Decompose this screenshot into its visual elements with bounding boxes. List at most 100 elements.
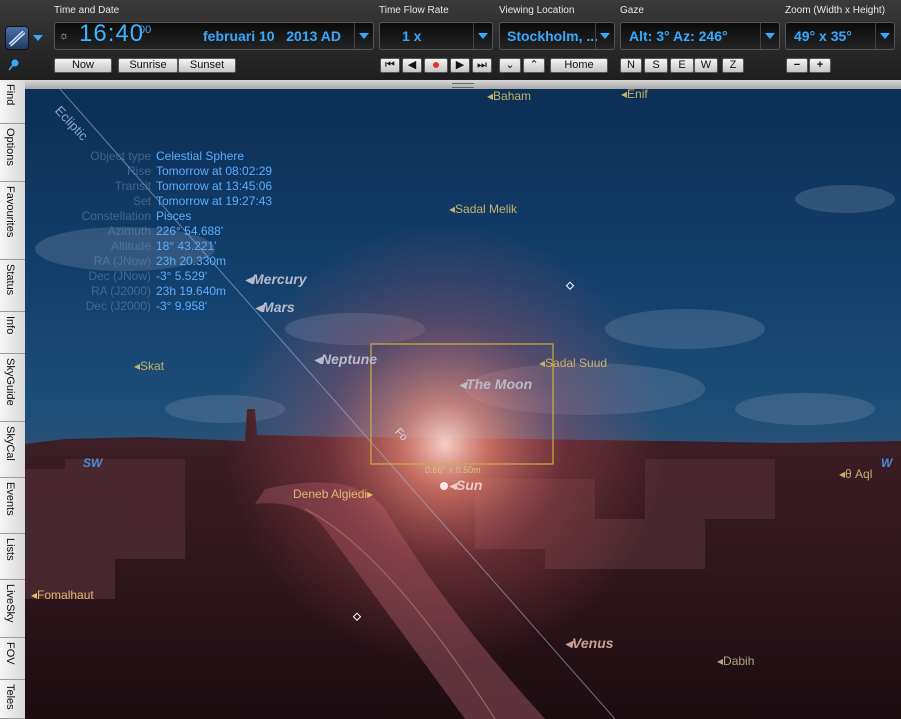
sidebar-tab-fov[interactable]: FOV <box>0 638 25 680</box>
sidebar-tab-info[interactable]: Info <box>0 312 25 354</box>
telescope-dropdown[interactable] <box>30 26 46 50</box>
info-value: Tomorrow at 19:27:43 <box>156 194 273 208</box>
now-button[interactable]: Now <box>54 58 112 73</box>
info-key: Rise <box>126 164 151 178</box>
location-label: Viewing Location <box>499 5 575 16</box>
sidebar-tab-label: Info <box>4 316 16 335</box>
star-label-skat[interactable]: ◂Skat <box>134 359 164 373</box>
flow-rate-dropdown[interactable] <box>473 23 492 49</box>
stop-button[interactable] <box>424 58 448 73</box>
info-value: Pisces <box>156 209 192 223</box>
star-label-baham[interactable]: ◂Baham <box>487 89 531 103</box>
location-down-button[interactable]: ⌄ <box>499 58 521 73</box>
star-label-theta-aql[interactable]: ◂θ Aql <box>839 467 872 481</box>
sidebar-tab-label: Status <box>4 264 16 296</box>
sidebar-tab-label: LiveSky <box>4 584 16 623</box>
panel-splitter[interactable] <box>25 80 901 89</box>
gaze-north-button[interactable]: N <box>620 58 642 73</box>
gaze-east-button[interactable]: E <box>670 58 694 73</box>
star-label-enif[interactable]: ◂Enif <box>621 89 648 101</box>
location-group: Viewing Location <box>499 4 574 17</box>
info-row: Dec (J2000) -3° 9.958' <box>73 299 272 314</box>
sunset-button[interactable]: Sunset <box>178 58 236 73</box>
sun-disc <box>440 482 448 490</box>
time-date-display[interactable]: ☼ 16:40 00 februari 10 2013 AD <box>54 22 374 50</box>
sidebar-tab-favourites[interactable]: Favourites <box>0 182 25 260</box>
flow-rate-value[interactable]: 1 x <box>402 23 421 49</box>
gaze-dropdown[interactable] <box>760 23 779 49</box>
sidebar-tab-label: Teles <box>4 684 16 710</box>
info-row: RA (JNow) 23h 20.330m <box>73 254 272 269</box>
zoom-display[interactable]: 49° x 35° <box>785 22 895 50</box>
sidebar-tab-events[interactable]: Events <box>0 478 25 534</box>
sidebar-tab-skyguide[interactable]: SkyGuide <box>0 354 25 422</box>
star-label-fomalhaut[interactable]: ◂Fomalhaut <box>31 588 94 602</box>
flow-rate-display[interactable]: 1 x <box>379 22 493 50</box>
star-label-sadal-suud[interactable]: ◂Sadal Suud <box>539 356 607 370</box>
info-value: 18° 43.221' <box>156 239 217 253</box>
zoom-in-button[interactable]: + <box>809 58 831 73</box>
gaze-west-button[interactable]: W <box>694 58 718 73</box>
sidebar-tab-telescope[interactable]: Teles <box>0 680 25 719</box>
info-key: Altitude <box>110 239 151 253</box>
pin-icon[interactable] <box>7 58 21 72</box>
telescope-icon[interactable] <box>5 26 29 50</box>
zoom-value[interactable]: 49° x 35° <box>794 23 852 49</box>
gaze-value[interactable]: Alt: 3° Az: 246° <box>629 23 728 49</box>
splitter-grip[interactable] <box>452 83 474 88</box>
fov-size-label: 0.66° x 0.50m <box>425 465 481 475</box>
time-date-dropdown[interactable] <box>354 23 373 49</box>
flow-group: Time Flow Rate <box>379 4 449 17</box>
planet-label-sun[interactable]: ◂Sun <box>449 477 482 494</box>
flow-label: Time Flow Rate <box>379 5 449 16</box>
zoom-out-button[interactable]: − <box>786 58 808 73</box>
sky-view[interactable]: Ecliptic SW W Fo 0.66° x 0.50m ◂Baham ◂E… <box>25 89 901 719</box>
gaze-south-button[interactable]: S <box>644 58 668 73</box>
step-back-button[interactable]: ◀ <box>402 58 422 73</box>
info-value: 226° 54.688' <box>156 224 224 238</box>
info-key: RA (J2000) <box>90 284 151 298</box>
sidebar-tab-livesky[interactable]: LiveSky <box>0 580 25 638</box>
home-button[interactable]: Home <box>550 58 608 73</box>
sidebar-tab-status[interactable]: Status <box>0 260 25 312</box>
info-row: Altitude 18° 43.221' <box>73 239 272 254</box>
star-label-dabih[interactable]: ◂Dabih <box>717 654 754 668</box>
zoom-group: Zoom (Width x Height) <box>785 4 885 17</box>
sidebar-tab-options[interactable]: Options <box>0 124 25 182</box>
info-value: Tomorrow at 13:45:06 <box>156 179 273 193</box>
info-key: Azimuth <box>107 224 151 238</box>
star-label-text: Enif <box>627 89 648 101</box>
star-label-deneb-algiedi[interactable]: Deneb Algiedi▸ <box>293 487 373 501</box>
info-row: Transit Tomorrow at 13:45:06 <box>73 179 272 194</box>
toolbar: Time and Date ☼ 16:40 00 februari 10 201… <box>0 0 901 81</box>
zoom-dropdown[interactable] <box>875 23 894 49</box>
location-value[interactable]: Stockholm, ... <box>507 23 598 49</box>
date-value[interactable]: februari 10 2013 AD <box>203 23 341 49</box>
info-key: RA (JNow) <box>93 254 151 268</box>
sidebar-tab-lists[interactable]: Lists <box>0 534 25 580</box>
info-key: Object type <box>90 149 151 163</box>
sidebar-tab-find[interactable]: Find <box>0 80 25 124</box>
sidebar: Find Options Favourites Status Info SkyG… <box>0 80 26 719</box>
time-value[interactable]: 16:40 <box>79 23 144 47</box>
gaze-zenith-button[interactable]: Z <box>722 58 744 73</box>
step-start-button[interactable]: ⏮ <box>380 58 400 73</box>
planet-label-venus[interactable]: ◂Venus <box>565 635 614 652</box>
seconds-value[interactable]: 00 <box>139 23 151 43</box>
horizon-sw-label: SW <box>83 456 103 470</box>
planet-label-text: Neptune <box>321 351 378 367</box>
step-end-button[interactable]: ⏭ <box>472 58 492 73</box>
location-up-button[interactable]: ⌃ <box>523 58 545 73</box>
sidebar-tab-skycal[interactable]: SkyCal <box>0 422 25 478</box>
planet-label-neptune[interactable]: ◂Neptune <box>314 351 377 368</box>
play-button[interactable]: ▶ <box>450 58 470 73</box>
planet-label-text: Venus <box>572 635 614 651</box>
planet-label-moon[interactable]: ◂The Moon <box>459 376 532 393</box>
info-row: Object type Celestial Sphere <box>73 149 272 164</box>
location-dropdown[interactable] <box>595 23 614 49</box>
info-key: Dec (JNow) <box>88 269 151 283</box>
star-label-sadal-melik[interactable]: ◂Sadal Melik <box>449 202 517 216</box>
gaze-display[interactable]: Alt: 3° Az: 246° <box>620 22 780 50</box>
location-display[interactable]: Stockholm, ... <box>499 22 615 50</box>
sunrise-button[interactable]: Sunrise <box>118 58 178 73</box>
